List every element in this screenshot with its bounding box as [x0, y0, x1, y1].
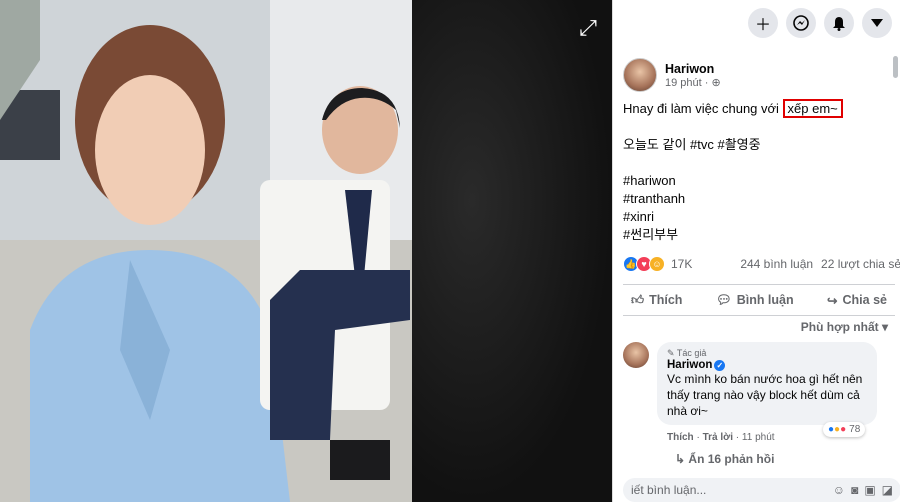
hide-replies-button[interactable]: ↳ Ẩn 16 phản hồi	[675, 452, 774, 466]
sticker-icon[interactable]: ◪	[882, 483, 893, 497]
comment-reply-link[interactable]: Trả lời	[703, 432, 733, 443]
thumbs-up-icon: 👍︎	[631, 292, 645, 307]
comment-input[interactable]: iết bình luận...	[631, 483, 706, 497]
gif-icon[interactable]: ▣	[864, 483, 875, 497]
share-icon: ↪	[827, 293, 838, 308]
comment-meta: Thích · Trả lời · 11 phút	[667, 432, 775, 443]
caret-down-icon[interactable]	[862, 8, 892, 38]
post-photo	[0, 0, 412, 502]
hashtag[interactable]: #xinri	[623, 208, 895, 226]
hashtag[interactable]: #hariwon	[623, 172, 895, 190]
love-reaction-icon: ●	[840, 424, 847, 435]
bell-icon[interactable]	[824, 8, 854, 38]
author-badge: ✎ Tác giả	[667, 348, 707, 358]
fullscreen-icon[interactable]: ⤢	[574, 14, 602, 42]
post-line-1: Hnay đi làm việc chung với	[623, 101, 783, 116]
post-stats: 👍 ♥ ☺ 17K 244 bình luận 22 lượt chia sẻ	[623, 256, 900, 272]
composer-icons: ☺ ◙ ▣ ◪	[833, 483, 893, 497]
comment-composer[interactable]: iết bình luận... ☺ ◙ ▣ ◪	[623, 478, 900, 502]
reaction-count[interactable]: 17K	[671, 257, 692, 271]
comment-author[interactable]: Hariwon ✓	[667, 359, 867, 371]
globe-icon: ⊕	[711, 76, 721, 89]
photo-background-blur	[412, 0, 612, 502]
photo-viewer: ⤢	[0, 0, 612, 502]
comment-sort-dropdown[interactable]: Phù hợp nhất ▾	[801, 320, 888, 334]
post-text: Hnay đi làm việc chung với xếp em~ 오늘도 같…	[623, 99, 895, 244]
post-line-2: 오늘도 같이 #tvc #촬영중	[623, 137, 761, 152]
hashtag-list: #hariwon #tranthanh #xinri #썬리부부	[623, 172, 895, 244]
verified-icon: ✓	[714, 360, 726, 371]
comment-bubble: ✎ Tác giả Hariwon ✓ Vc mình ko bán nước h…	[657, 342, 877, 425]
post-actions: 👍︎ Thích 💬︎ Bình luận ↪ Chia sẻ	[623, 284, 895, 316]
reaction-icons[interactable]: 👍 ♥ ☺	[623, 256, 665, 272]
post-header: Hariwon 19 phút · ⊕	[623, 58, 895, 92]
camera-icon[interactable]: ◙	[851, 483, 858, 497]
chevron-down-icon: ▾	[881, 320, 888, 334]
share-button[interactable]: ↪ Chia sẻ	[819, 293, 895, 308]
plus-icon[interactable]: ＋	[748, 8, 778, 38]
reply-arrow-icon: ↳	[675, 452, 686, 466]
author-avatar[interactable]	[623, 58, 657, 92]
post-time[interactable]: 19 phút · ⊕	[665, 76, 721, 89]
highlight-box: xếp em~	[782, 99, 843, 118]
comment-reactions[interactable]: ● ● ● 78	[823, 422, 866, 437]
pencil-icon: ✎	[667, 348, 675, 358]
comment-time[interactable]: 11 phút	[742, 432, 775, 443]
comment-avatar[interactable]	[623, 342, 649, 368]
top-nav: ＋	[748, 8, 892, 38]
post-content: Hariwon 19 phút · ⊕ Hnay đi làm việc chu…	[623, 58, 895, 244]
like-button[interactable]: 👍︎ Thích	[623, 293, 690, 308]
comment-icon: 💬︎	[715, 292, 732, 307]
hashtag[interactable]: #tranthanh	[623, 190, 895, 208]
hashtag[interactable]: #썬리부부	[623, 226, 895, 244]
comment-like-link[interactable]: Thích	[667, 432, 694, 443]
comment-text: Vc mình ko bán nước hoa gì hết nên thấy …	[667, 372, 863, 418]
comment-button[interactable]: 💬︎ Bình luận	[708, 293, 802, 308]
share-count[interactable]: 22 lượt chia sẻ	[821, 257, 900, 271]
messenger-icon[interactable]	[786, 8, 816, 38]
author-name[interactable]: Hariwon	[665, 62, 721, 76]
emoji-icon[interactable]: ☺	[833, 483, 845, 497]
haha-reaction-icon: ☺	[649, 256, 665, 272]
comment-count[interactable]: 244 bình luận	[740, 257, 813, 271]
post-side-panel: ＋ Hariwon 19 phút · ⊕ Hnay đi làm việc c…	[612, 0, 900, 502]
